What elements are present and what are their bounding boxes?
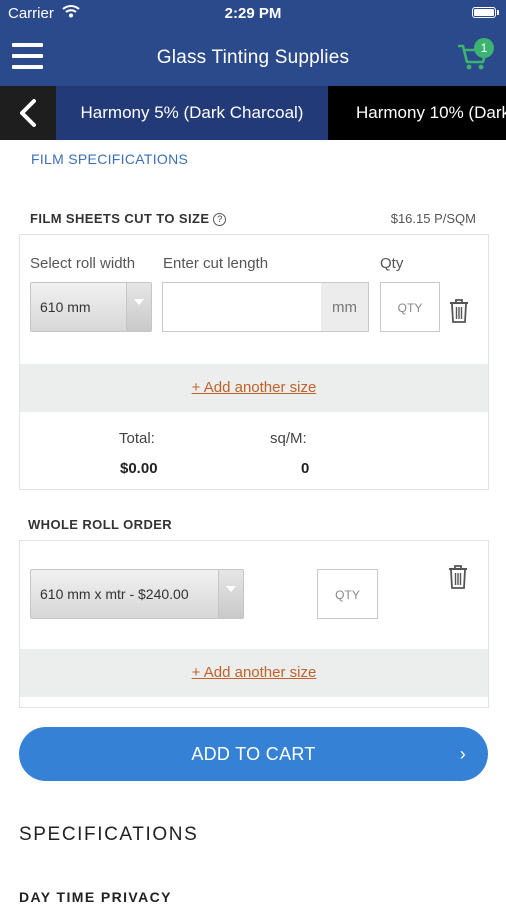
tab-harmony-10[interactable]: Harmony 10% (Dark Charcoal) (356, 86, 506, 140)
specifications-heading: SPECIFICATIONS (19, 824, 199, 845)
chevron-down-icon (126, 283, 151, 331)
help-icon[interactable]: ? (213, 213, 227, 226)
price-per-sqm: $16.15 P/SQM (390, 211, 476, 226)
battery-icon (472, 7, 499, 18)
status-bar: Carrier 2:29 PM (0, 0, 506, 28)
trash-icon[interactable] (447, 564, 469, 590)
day-time-privacy-heading: DAY TIME PRIVACY (19, 889, 172, 905)
film-specifications-link[interactable]: FILM SPECIFICATIONS (31, 151, 188, 167)
cut-to-size-heading: FILM SHEETS CUT TO SIZE? (30, 211, 227, 226)
whole-roll-select[interactable]: 610 mm x mtr - $240.00 (30, 569, 244, 619)
cut-length-unit: mm (321, 282, 369, 332)
cut-to-size-card (19, 234, 489, 490)
add-another-size-link[interactable]: + Add another size (192, 379, 317, 396)
cart-button[interactable]: 1 (456, 38, 494, 74)
roll-width-select[interactable]: 610 mm (30, 282, 152, 332)
add-to-cart-button[interactable]: ADD TO CART › (19, 727, 488, 781)
back-button[interactable] (0, 86, 56, 140)
cut-length-input[interactable] (162, 282, 322, 332)
whole-roll-qty-input[interactable]: QTY (317, 569, 378, 619)
chevron-down-icon (218, 570, 243, 618)
add-size-row: + Add another size (20, 649, 488, 697)
cut-to-size-title: FILM SHEETS CUT TO SIZE (30, 211, 210, 226)
tab-harmony-5[interactable]: Harmony 5% (Dark Charcoal) (56, 86, 328, 140)
cut-qty-input[interactable]: QTY (380, 282, 440, 332)
chevron-left-icon (20, 99, 36, 127)
total-value: $0.00 (120, 460, 158, 477)
clock: 2:29 PM (224, 5, 282, 22)
add-another-size-link[interactable]: + Add another size (192, 664, 317, 681)
page-title: Glass Tinting Supplies (156, 47, 350, 68)
chevron-right-icon: › (459, 744, 466, 764)
add-size-row: + Add another size (20, 364, 488, 412)
whole-roll-heading: WHOLE ROLL ORDER (28, 517, 173, 532)
roll-width-label: Select roll width (30, 255, 136, 272)
sqm-value: 0 (301, 460, 310, 477)
qty-label: Qty (380, 255, 404, 272)
app-header: Glass Tinting Supplies 1 (0, 28, 506, 86)
whole-roll-value: 610 mm x mtr - $240.00 (40, 586, 189, 602)
sqm-label: sq/M: (270, 430, 307, 447)
total-label: Total: (119, 430, 155, 447)
add-to-cart-label: ADD TO CART (191, 744, 316, 764)
cart-count-badge: 1 (474, 38, 494, 58)
roll-width-value: 610 mm (40, 299, 91, 315)
product-tabs: Harmony 5% (Dark Charcoal) Harmony 10% (… (0, 86, 506, 140)
trash-icon[interactable] (448, 298, 470, 324)
cut-length-label: Enter cut length (163, 255, 269, 272)
